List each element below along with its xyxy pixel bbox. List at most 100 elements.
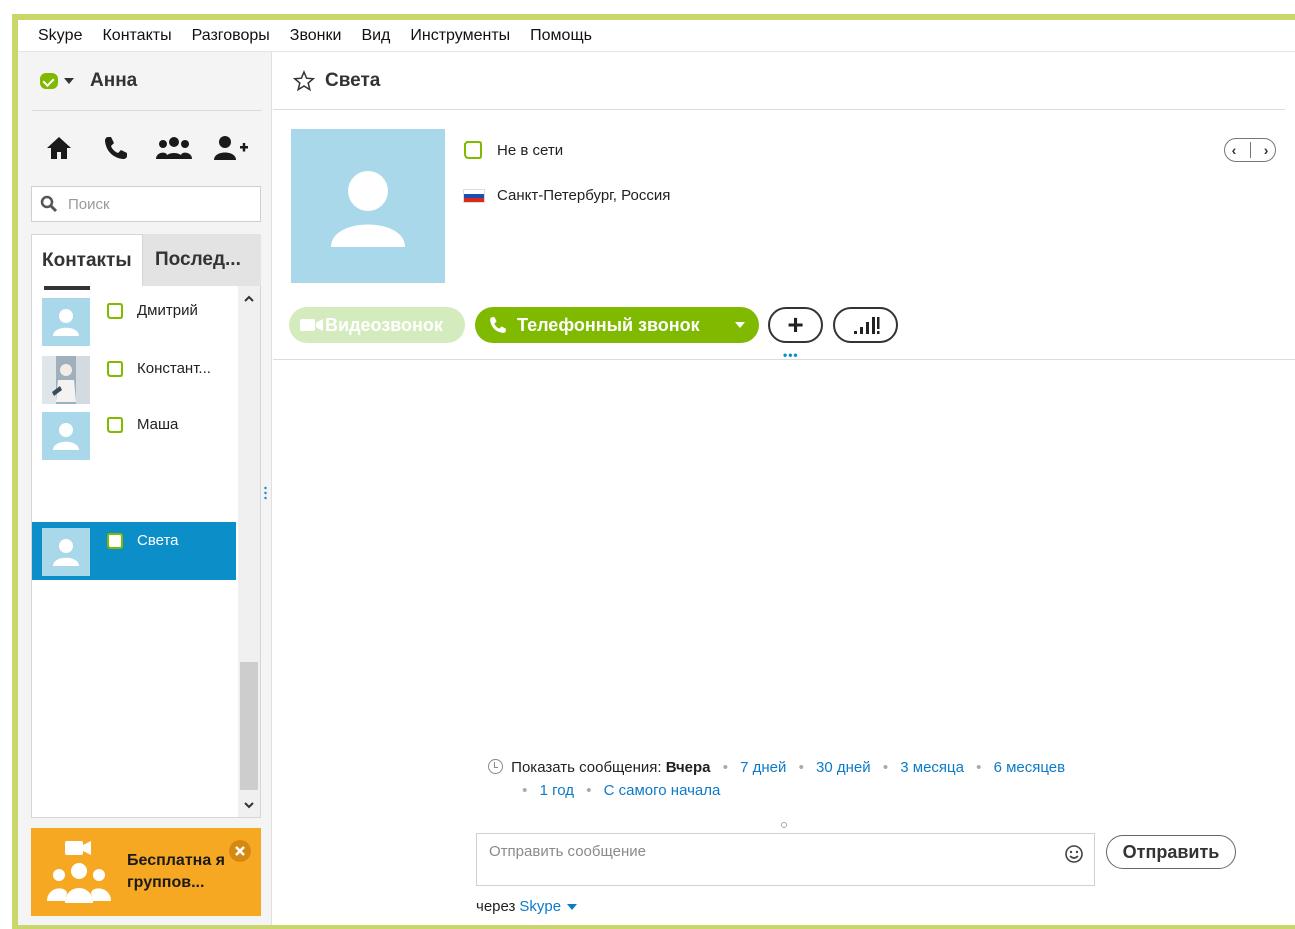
list-item-selected[interactable]: Света bbox=[32, 522, 236, 580]
contact-location: Санкт-Петербург, Россия bbox=[463, 187, 670, 204]
conversation-title: Света bbox=[325, 69, 381, 91]
video-call-label: Видеозвонок bbox=[325, 314, 443, 335]
call-quality-button[interactable] bbox=[833, 307, 898, 343]
home-icon[interactable] bbox=[40, 129, 78, 167]
via-service-link[interactable]: Skype bbox=[519, 898, 561, 915]
scrollbar-thumb[interactable] bbox=[240, 662, 258, 790]
search-icon bbox=[40, 195, 58, 213]
scrollbar[interactable] bbox=[238, 286, 260, 817]
tab-contacts[interactable]: Контакты bbox=[31, 234, 143, 286]
divider bbox=[273, 359, 1295, 360]
message-placeholder: Отправить сообщение bbox=[489, 843, 647, 860]
search-box[interactable]: Поиск bbox=[31, 186, 261, 222]
offline-status-icon bbox=[107, 361, 123, 377]
send-via: через Skype bbox=[476, 898, 578, 915]
chevron-down-icon[interactable] bbox=[242, 798, 256, 812]
contact-name: Дмитрий bbox=[137, 302, 198, 319]
conversation-header: Света bbox=[273, 52, 1285, 110]
list-item-partial bbox=[44, 286, 90, 290]
history-6-months-link[interactable]: 6 месяцев bbox=[994, 759, 1066, 776]
russia-flag-icon bbox=[463, 188, 485, 203]
menu-tools[interactable]: Инструменты bbox=[400, 27, 520, 45]
chevron-down-icon[interactable] bbox=[567, 903, 578, 910]
emoji-icon[interactable] bbox=[1064, 844, 1084, 864]
separator-dot: • bbox=[522, 782, 528, 799]
message-history-filter: Показать сообщения: Вчера • 7 дней • 30 … bbox=[488, 756, 1108, 802]
left-panel: Анна Поиск Контакты Послед... Дмитрий Ко… bbox=[18, 52, 272, 925]
user-status-row[interactable]: Анна bbox=[18, 52, 272, 110]
conversation-pane: Света Не в сети Санкт-Петербург, Россия … bbox=[273, 52, 1295, 925]
video-call-button[interactable]: Видеозвонок bbox=[289, 307, 465, 343]
send-button[interactable]: Отправить bbox=[1106, 835, 1236, 869]
menu-calls[interactable]: Звонки bbox=[280, 27, 352, 45]
add-button[interactable]: + bbox=[768, 307, 823, 343]
separator-dot: • bbox=[882, 759, 889, 776]
chevron-left-icon[interactable]: ‹ bbox=[1232, 142, 1237, 158]
chevron-right-icon[interactable]: › bbox=[1264, 142, 1269, 158]
divider bbox=[1249, 142, 1251, 158]
avatar-photo bbox=[42, 356, 90, 404]
star-icon[interactable] bbox=[293, 69, 315, 92]
chevron-down-icon[interactable] bbox=[735, 322, 745, 328]
avatar bbox=[42, 528, 90, 576]
menu-skype[interactable]: Skype bbox=[28, 27, 92, 45]
menu-view[interactable]: Вид bbox=[351, 27, 400, 45]
resize-handle[interactable] bbox=[781, 822, 787, 828]
add-contact-icon[interactable] bbox=[212, 129, 250, 167]
group-video-icon bbox=[31, 828, 127, 916]
history-1-year-link[interactable]: 1 год bbox=[540, 782, 574, 799]
chevron-down-icon[interactable] bbox=[64, 78, 74, 84]
menu-bar: Skype Контакты Разговоры Звонки Вид Инст… bbox=[18, 20, 1295, 52]
history-all-link[interactable]: С самого начала bbox=[604, 782, 721, 799]
contact-name: Маша bbox=[137, 416, 179, 433]
panel-splitter[interactable] bbox=[264, 486, 267, 500]
clock-icon bbox=[488, 759, 503, 774]
history-label: Показать сообщения: bbox=[511, 759, 662, 776]
history-30-days-link[interactable]: 30 дней bbox=[816, 759, 871, 776]
offline-status-icon bbox=[107, 417, 123, 433]
contact-list: Дмитрий Констант... Маша Света bbox=[31, 286, 261, 818]
window-border-bottom bbox=[12, 925, 1295, 929]
list-item[interactable]: Констант... bbox=[32, 350, 236, 408]
history-current: Вчера bbox=[665, 759, 711, 776]
contact-tabs: Контакты Послед... bbox=[31, 234, 261, 286]
contact-status: Не в сети bbox=[463, 140, 563, 160]
phone-icon[interactable] bbox=[97, 129, 135, 167]
menu-help[interactable]: Помощь bbox=[520, 27, 602, 45]
offline-status-icon bbox=[107, 533, 123, 549]
avatar bbox=[42, 412, 90, 460]
offline-status-icon bbox=[107, 303, 123, 319]
separator-dot: • bbox=[722, 759, 728, 776]
tab-recent[interactable]: Послед... bbox=[143, 234, 261, 286]
history-3-months-link[interactable]: 3 месяца bbox=[900, 759, 964, 776]
online-status-icon[interactable] bbox=[40, 73, 58, 89]
menu-contacts[interactable]: Контакты bbox=[92, 27, 181, 45]
list-item[interactable]: Дмитрий bbox=[32, 292, 236, 350]
signal-bars-icon bbox=[853, 317, 879, 334]
menu-conversations[interactable]: Разговоры bbox=[182, 27, 280, 45]
nav-toolbar bbox=[18, 124, 272, 172]
location-text: Санкт-Петербург, Россия bbox=[497, 187, 671, 204]
separator-dot: • bbox=[798, 759, 804, 776]
group-icon[interactable] bbox=[155, 129, 193, 167]
list-item[interactable]: Маша bbox=[32, 406, 236, 464]
profile-nav-arrows[interactable]: ‹ › bbox=[1224, 138, 1276, 162]
phone-call-button[interactable]: Телефонный звонок bbox=[475, 307, 759, 343]
contact-name: Света bbox=[137, 532, 179, 549]
separator-dot: • bbox=[586, 782, 592, 799]
avatar bbox=[42, 298, 90, 346]
phone-icon bbox=[490, 317, 506, 333]
group-video-promo[interactable]: Бесплатна я группов... bbox=[31, 828, 261, 916]
message-input[interactable]: Отправить сообщение bbox=[476, 833, 1095, 886]
divider bbox=[32, 110, 262, 111]
promo-text: Бесплатна я группов... bbox=[127, 852, 225, 891]
user-name[interactable]: Анна bbox=[90, 70, 137, 92]
video-camera-icon bbox=[300, 319, 323, 331]
offline-status-icon bbox=[464, 141, 482, 159]
history-7-days-link[interactable]: 7 дней bbox=[740, 759, 786, 776]
search-input[interactable]: Поиск bbox=[68, 196, 110, 213]
chevron-up-icon[interactable] bbox=[242, 292, 256, 306]
profile-avatar bbox=[291, 129, 445, 283]
close-icon[interactable] bbox=[229, 840, 251, 862]
phone-call-label: Телефонный звонок bbox=[517, 314, 700, 335]
